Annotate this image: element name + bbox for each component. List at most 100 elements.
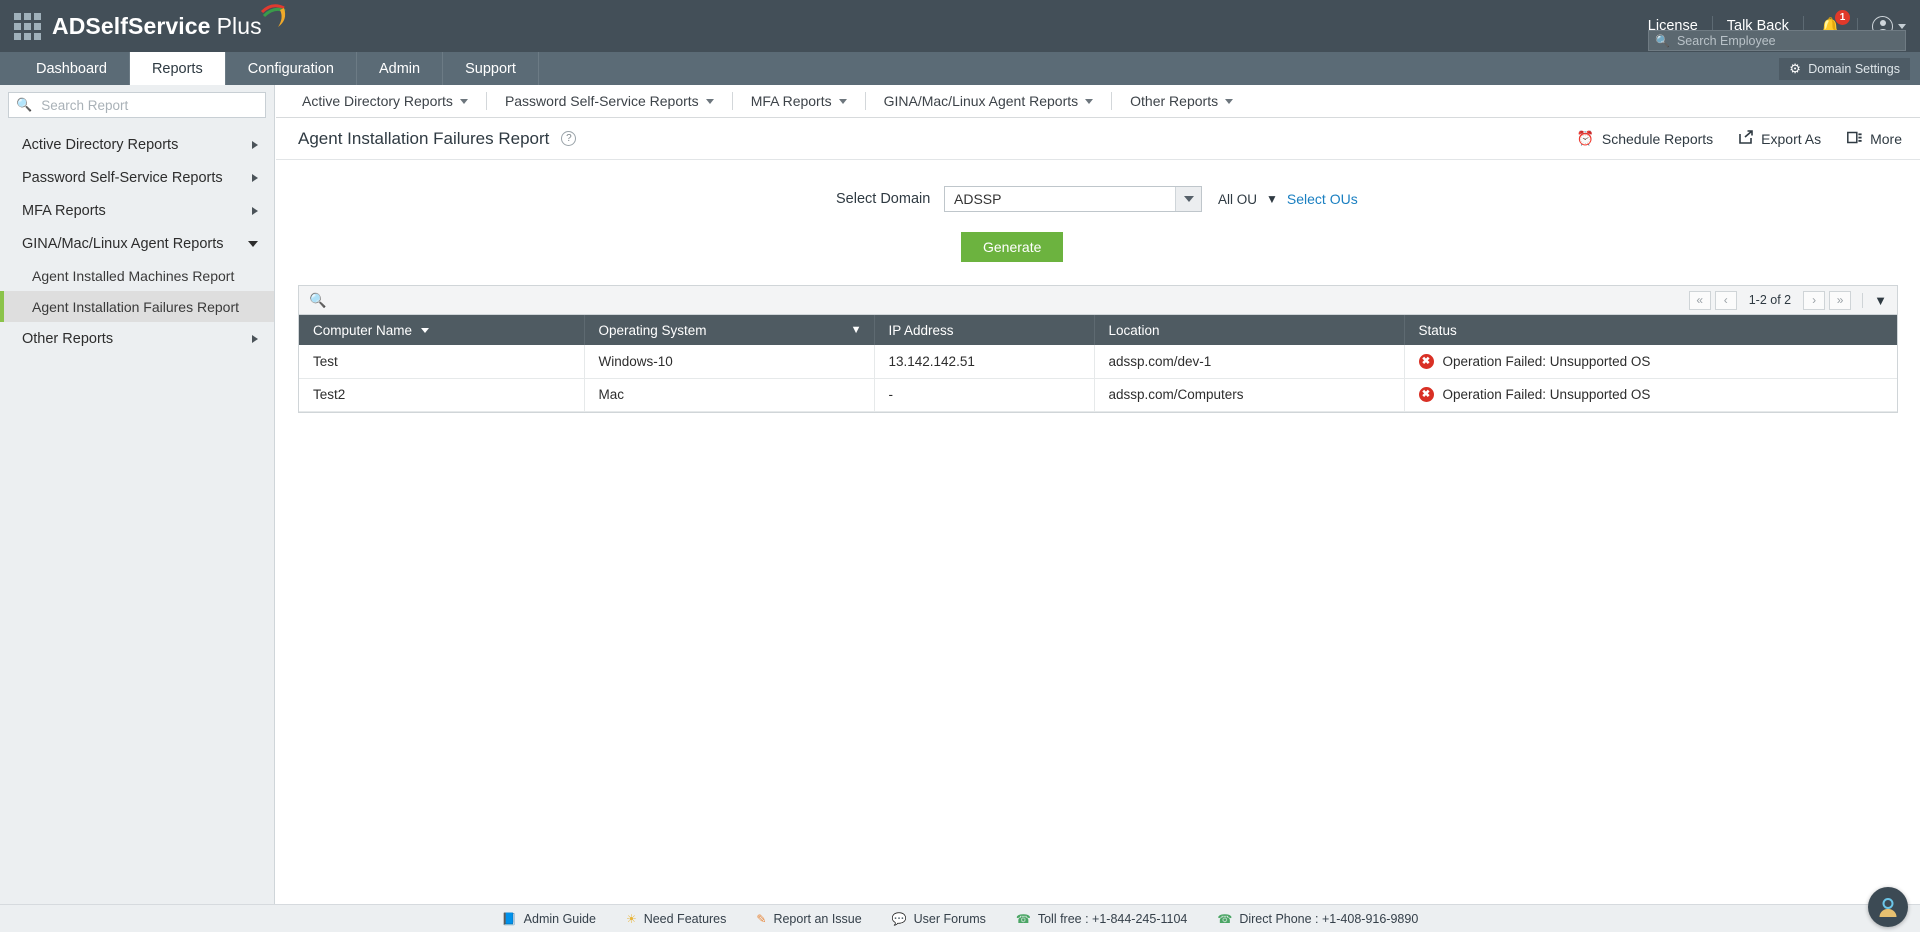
page-header: Agent Installation Failures Report ? ⏰ S… <box>276 118 1920 160</box>
chevron-right-icon <box>252 206 258 215</box>
footer-label: Report an Issue <box>773 911 862 926</box>
sidebar-subitem-label: Agent Installation Failures Report <box>32 298 239 315</box>
search-report-box[interactable]: 🔍 <box>8 92 266 118</box>
column-label: Computer Name <box>313 322 413 338</box>
footer-need-features[interactable]: ☀ Need Features <box>626 912 726 926</box>
export-as-button[interactable]: Export As <box>1739 130 1821 147</box>
column-header-status[interactable]: Status <box>1404 315 1897 345</box>
employee-search[interactable]: 🔍 <box>1648 30 1906 51</box>
subnav-label: Other Reports <box>1130 93 1219 109</box>
column-header-ip-address[interactable]: IP Address <box>874 315 1095 345</box>
column-label: Status <box>1418 322 1457 338</box>
chevron-down-icon[interactable] <box>1175 187 1201 211</box>
select-domain-label: Select Domain <box>836 191 931 207</box>
subnav-label: Active Directory Reports <box>302 93 453 109</box>
footer-user-forums[interactable]: 💬 User Forums <box>892 912 986 926</box>
more-button[interactable]: More <box>1847 131 1902 147</box>
select-domain-dropdown[interactable]: ADSSP <box>944 186 1202 212</box>
search-report-input[interactable] <box>39 96 258 114</box>
cell-ip-address: 13.142.142.51 <box>874 345 1095 379</box>
alarm-clock-icon: ⏰ <box>1576 130 1594 146</box>
subnav-password-self-service-reports[interactable]: Password Self-Service Reports <box>487 92 733 110</box>
sidebar-item-label: GINA/Mac/Linux Agent Reports <box>22 235 224 252</box>
app-grid-icon[interactable] <box>10 11 44 41</box>
subnav-mfa-reports[interactable]: MFA Reports <box>733 92 866 110</box>
footer-label: Direct Phone : +1-408-916-9890 <box>1239 911 1419 926</box>
column-header-location[interactable]: Location <box>1094 315 1405 345</box>
tab-support[interactable]: Support <box>443 52 539 85</box>
chevron-down-icon <box>1898 23 1906 29</box>
tab-configuration[interactable]: Configuration <box>226 52 357 85</box>
column-header-computer-name[interactable]: Computer Name <box>299 315 585 345</box>
pagination-first-button[interactable]: « <box>1688 290 1711 310</box>
support-chat-button[interactable] <box>1868 887 1908 927</box>
table-body: Test Windows-10 13.142.142.51 adssp.com/… <box>299 345 1897 412</box>
cell-location: adssp.com/dev-1 <box>1094 345 1405 379</box>
tab-dashboard[interactable]: Dashboard <box>14 52 130 85</box>
funnel-icon[interactable]: ▼ <box>1266 192 1278 206</box>
gear-icon: ⚙ <box>1789 61 1801 76</box>
subnav-active-directory-reports[interactable]: Active Directory Reports <box>284 92 487 110</box>
page-actions: ⏰ Schedule Reports Export As More <box>1576 130 1902 147</box>
export-icon <box>1739 130 1753 147</box>
sidebar-item-password-self-service-reports[interactable]: Password Self-Service Reports <box>0 161 274 194</box>
notification-count-badge: 1 <box>1835 9 1850 25</box>
pagination-prev-button[interactable]: ‹ <box>1714 290 1737 310</box>
sidebar-item-label: Other Reports <box>22 330 114 347</box>
subnav-other-reports[interactable]: Other Reports <box>1112 92 1251 110</box>
pagination-last-button[interactable]: » <box>1829 290 1852 310</box>
footer-toll-free[interactable]: ☎ Toll free : +1-844-245-1104 <box>1016 912 1187 926</box>
sidebar-item-other-reports[interactable]: Other Reports <box>0 322 274 355</box>
cell-status: ✖ Operation Failed: Unsupported OS <box>1404 345 1897 379</box>
employee-search-input[interactable] <box>1674 32 1899 49</box>
domain-settings-button[interactable]: ⚙ Domain Settings <box>1779 57 1910 80</box>
chevron-right-icon <box>252 140 258 149</box>
cell-location: adssp.com/Computers <box>1094 378 1405 412</box>
help-circle-icon[interactable]: ? <box>561 131 577 146</box>
generate-row: Generate <box>276 232 1920 262</box>
export-as-label: Export As <box>1761 130 1822 147</box>
sidebar-subitem-label: Agent Installed Machines Report <box>32 267 235 284</box>
table-row[interactable]: Test Windows-10 13.142.142.51 adssp.com/… <box>299 345 1897 379</box>
funnel-icon[interactable]: ▼ <box>851 324 862 336</box>
pagination-range-label: 1-2 of 2 <box>1748 293 1792 307</box>
sidebar-item-label: MFA Reports <box>22 202 106 219</box>
chevron-down-icon <box>838 98 847 104</box>
phone-icon: ☎ <box>1217 911 1233 926</box>
cell-status: ✖ Operation Failed: Unsupported OS <box>1404 378 1897 412</box>
footer-admin-guide[interactable]: 📘 Admin Guide <box>502 912 596 926</box>
schedule-reports-button[interactable]: ⏰ Schedule Reports <box>1576 130 1713 147</box>
footer-report-an-issue[interactable]: ✎ Report an Issue <box>756 912 861 926</box>
search-icon[interactable]: 🔍 <box>309 292 326 309</box>
report-table: Computer Name Operating System ▼ IP Addr… <box>299 315 1897 412</box>
sidebar-item-agent-installation-failures-report[interactable]: Agent Installation Failures Report <box>0 291 274 322</box>
generate-button[interactable]: Generate <box>961 232 1064 262</box>
tab-admin[interactable]: Admin <box>357 52 444 85</box>
sidebar-item-agent-installed-machines-report[interactable]: Agent Installed Machines Report <box>0 260 274 291</box>
book-icon: 📘 <box>501 911 517 926</box>
footer-direct-phone[interactable]: ☎ Direct Phone : +1-408-916-9890 <box>1217 912 1418 926</box>
sidebar-item-active-directory-reports[interactable]: Active Directory Reports <box>0 128 274 161</box>
select-ous-link[interactable]: Select OUs <box>1287 191 1358 207</box>
table-row[interactable]: Test2 Mac - adssp.com/Computers ✖ Operat… <box>299 378 1897 412</box>
phone-icon: ☎ <box>1015 911 1031 926</box>
funnel-icon[interactable]: ▼ <box>1874 293 1887 308</box>
chevron-right-icon <box>252 173 258 182</box>
subnav-gina-mac-linux-agent-reports[interactable]: GINA/Mac/Linux Agent Reports <box>866 92 1113 110</box>
cell-operating-system: Mac <box>584 378 875 412</box>
pagination-next-button[interactable]: › <box>1803 290 1826 310</box>
sidebar-item-mfa-reports[interactable]: MFA Reports <box>0 194 274 227</box>
column-header-operating-system[interactable]: Operating System ▼ <box>584 315 875 345</box>
tab-reports[interactable]: Reports <box>129 52 226 85</box>
logo-swoosh-icon <box>260 3 286 27</box>
sidebar-nav-list: Active Directory Reports Password Self-S… <box>0 128 274 355</box>
sidebar-item-gina-mac-linux-agent-reports[interactable]: GINA/Mac/Linux Agent Reports <box>0 227 274 260</box>
domain-settings-label: Domain Settings <box>1808 61 1900 76</box>
sidebar: 🔍 Active Directory Reports Password Self… <box>0 85 275 904</box>
subnav-label: GINA/Mac/Linux Agent Reports <box>883 93 1079 109</box>
main-tab-bar: Dashboard Reports Configuration Admin Su… <box>0 52 1920 85</box>
brand-name-light: Plus <box>216 12 262 39</box>
subnav-label: MFA Reports <box>750 93 832 109</box>
status-text: Operation Failed: Unsupported OS <box>1442 353 1651 369</box>
footer-label: Toll free : +1-844-245-1104 <box>1037 911 1188 926</box>
